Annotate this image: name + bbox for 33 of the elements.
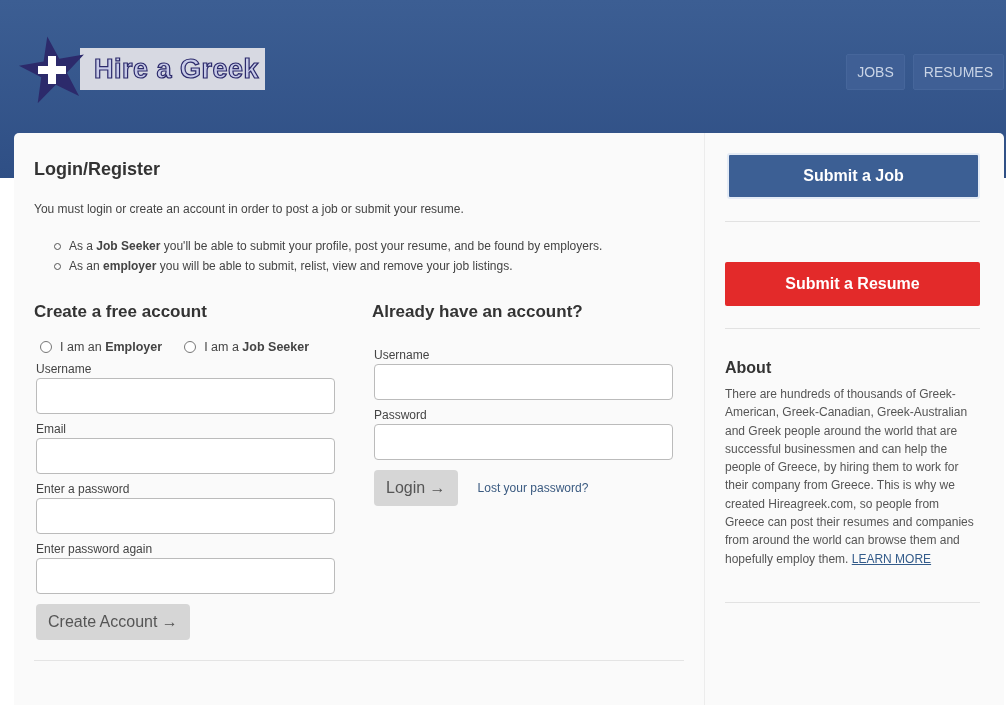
field-label: Enter password again (36, 542, 154, 556)
field-label: Enter a password (36, 482, 131, 496)
learn-more-link[interactable]: LEARN MORE (851, 551, 932, 566)
create-account-button[interactable]: Create Account → (36, 604, 190, 640)
about-text: There are hundreds of thousands of Greek-American, Greek-Canadian, Greek-Australian and Greek people around the world that are successful businessmen and can help the people of Greece, by hiring them to work for their company from Greece. This is why we created Hireagreek.com, so people from Greece can post their resumes and companies from around the world can browse them and hopefully employ them. LEARN MORE (725, 386, 975, 568)
login-button[interactable]: Login → (374, 470, 458, 506)
nav-button[interactable]: RESUMES (912, 54, 1004, 90)
input-field[interactable] (36, 438, 335, 474)
bullet-text: As an employer you will be able to submit, relist, view and remove your job listings. (69, 259, 513, 273)
submit-resume-button[interactable]: Submit a Resume (725, 262, 980, 306)
submit-job-button[interactable]: Submit a Job (727, 153, 980, 199)
radio-button[interactable] (184, 341, 197, 353)
radio-label: I am an Employer (60, 340, 163, 354)
input-field[interactable] (36, 378, 335, 414)
field-label: Email (36, 422, 67, 436)
about-heading: About (725, 359, 773, 377)
logo-text: Hire a Greek (80, 48, 266, 90)
section-heading: Already have an account? (372, 302, 584, 322)
nav-button[interactable]: JOBS (846, 54, 905, 90)
input-field[interactable] (36, 498, 335, 534)
input-field[interactable] (374, 364, 673, 400)
field-label: Username (36, 362, 93, 376)
page-title: Login/Register (34, 159, 161, 180)
intro-text: You must login or create an account in order to post a job or submit your resume. (34, 202, 465, 216)
field-label: Username (374, 348, 431, 362)
lost-password-link[interactable]: Lost your password? (477, 481, 589, 495)
field-label: Password (374, 408, 428, 422)
radio-label: I am a Job Seeker (204, 340, 310, 354)
section-heading: Create a free account (34, 302, 208, 322)
input-field[interactable] (36, 558, 335, 594)
bullet-text: As a Job Seeker you'll be able to submit your profile, post your resume, and be found by employers. (69, 239, 603, 253)
radio-button[interactable] (40, 341, 52, 353)
input-field[interactable] (374, 424, 673, 460)
